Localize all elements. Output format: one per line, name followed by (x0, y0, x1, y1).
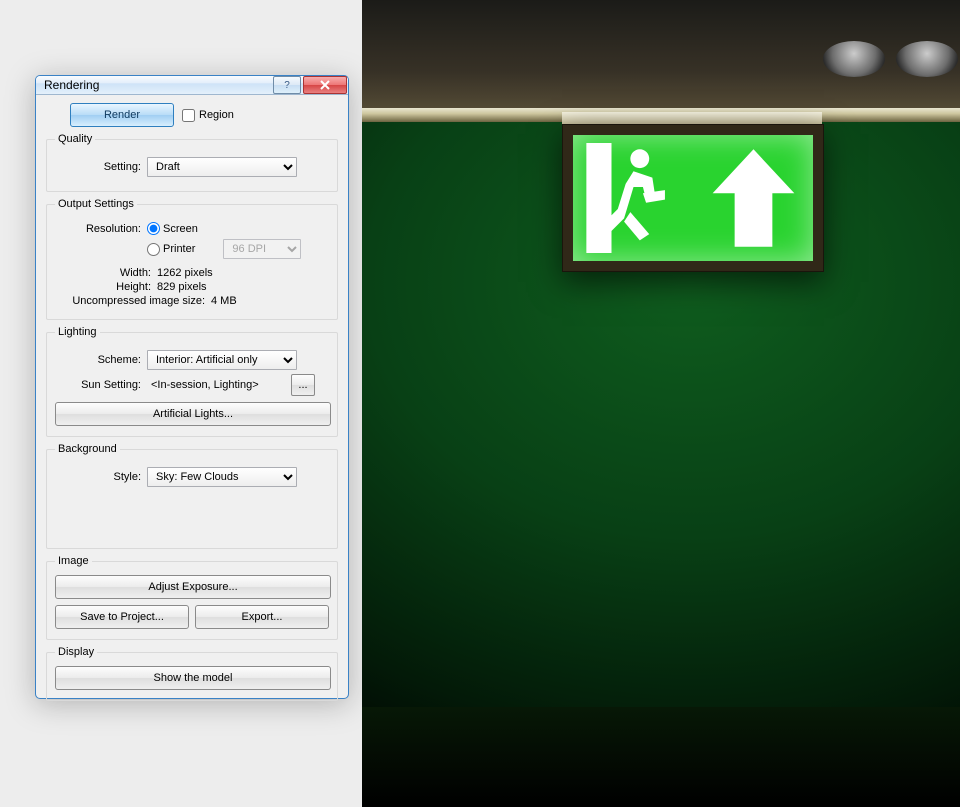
save-to-project-button[interactable]: Save to Project... (55, 605, 189, 629)
arrow-up-icon (706, 143, 801, 253)
sun-setting-value (147, 375, 287, 395)
quality-legend: Quality (55, 133, 95, 145)
image-legend: Image (55, 555, 92, 567)
lighting-group: Lighting Scheme: Interior: Artificial on… (46, 326, 338, 437)
style-select[interactable]: Sky: Few Clouds (147, 467, 297, 487)
artificial-lights-button[interactable]: Artificial Lights... (55, 402, 331, 426)
exit-sign-mount (562, 112, 822, 124)
ceiling-light-icon (896, 41, 958, 77)
width-value: 1262 pixels (157, 267, 213, 279)
uncompressed-value: 4 MB (211, 295, 237, 307)
height-label: Height: (55, 281, 157, 293)
setting-select[interactable]: Draft (147, 157, 297, 177)
style-label: Style: (55, 471, 147, 483)
output-settings-group: Output Settings Resolution: Screen Print… (46, 198, 338, 320)
sun-setting-browse-button[interactable]: ... (291, 374, 315, 396)
region-checkbox-label: Region (199, 109, 234, 121)
rendering-dialog: Rendering ? Render Region Quality Settin… (35, 75, 349, 699)
scheme-select[interactable]: Interior: Artificial only (147, 350, 297, 370)
background-group: Background Style: Sky: Few Clouds (46, 443, 338, 549)
region-checkbox[interactable]: Region (182, 109, 234, 122)
render-viewport (362, 0, 960, 807)
exit-sign (562, 124, 824, 272)
exit-sign-face (573, 135, 813, 261)
output-legend: Output Settings (55, 198, 137, 210)
width-label: Width: (55, 267, 157, 279)
resolution-screen-radio[interactable]: Screen (147, 222, 198, 235)
ceiling-light-icon (823, 41, 885, 77)
resolution-label: Resolution: (55, 223, 147, 235)
display-group: Display Show the model (46, 646, 338, 701)
help-button[interactable]: ? (273, 76, 301, 94)
dialog-body: Render Region Quality Setting: Draft Ou (36, 95, 348, 711)
running-man-icon (586, 143, 681, 253)
quality-group: Quality Setting: Draft (46, 133, 338, 192)
background-legend: Background (55, 443, 120, 455)
resolution-printer-input[interactable] (147, 243, 160, 256)
resolution-printer-label: Printer (163, 243, 195, 255)
dialog-title: Rendering (44, 78, 271, 92)
resolution-screen-input[interactable] (147, 222, 160, 235)
resolution-printer-radio[interactable]: Printer (147, 243, 195, 256)
uncompressed-label: Uncompressed image size: (55, 295, 211, 307)
close-icon (320, 80, 330, 90)
lighting-legend: Lighting (55, 326, 100, 338)
setting-label: Setting: (55, 161, 147, 173)
adjust-exposure-button[interactable]: Adjust Exposure... (55, 575, 331, 599)
dpi-select: 96 DPI (223, 239, 301, 259)
height-value: 829 pixels (157, 281, 207, 293)
export-button[interactable]: Export... (195, 605, 329, 629)
render-button[interactable]: Render (70, 103, 174, 127)
close-button[interactable] (303, 76, 347, 94)
resolution-screen-label: Screen (163, 223, 198, 235)
image-group: Image Adjust Exposure... Save to Project… (46, 555, 338, 640)
sun-setting-label: Sun Setting: (55, 379, 147, 391)
region-checkbox-input[interactable] (182, 109, 195, 122)
floor (362, 707, 960, 807)
show-the-model-button[interactable]: Show the model (55, 666, 331, 690)
dialog-titlebar[interactable]: Rendering ? (36, 76, 348, 95)
display-legend: Display (55, 646, 97, 658)
scheme-label: Scheme: (55, 354, 147, 366)
